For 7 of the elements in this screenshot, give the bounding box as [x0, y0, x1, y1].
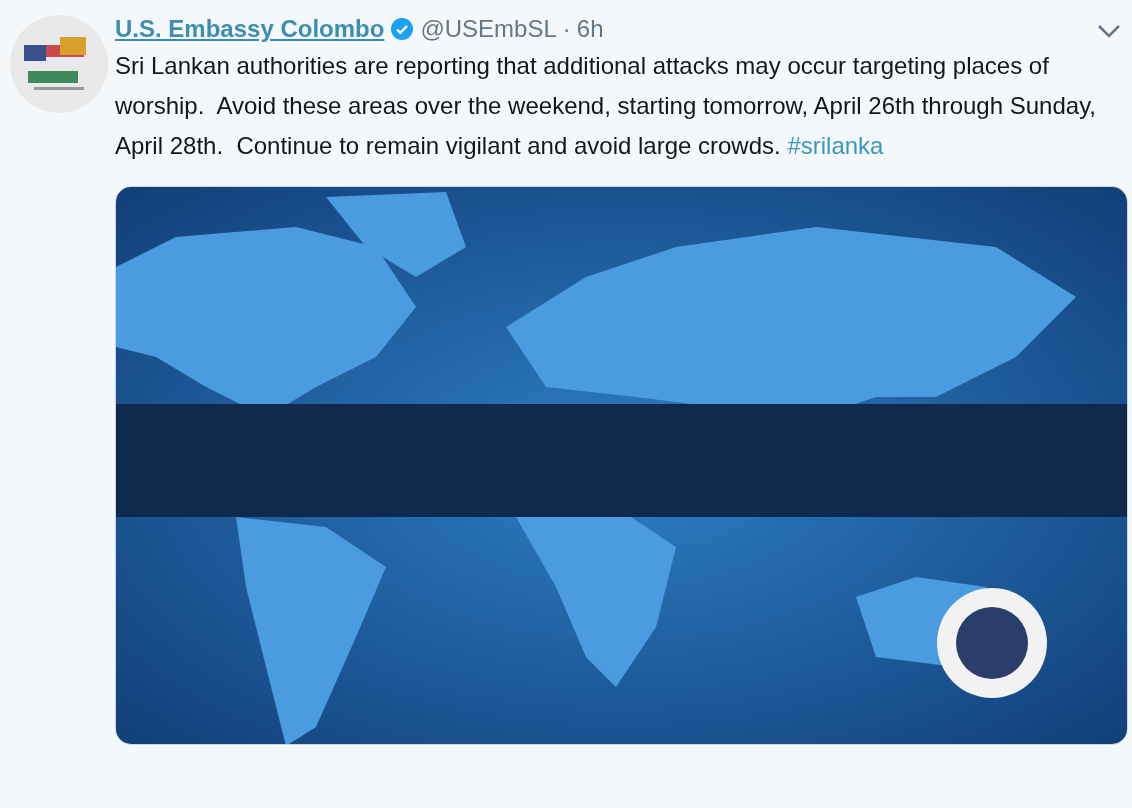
separator-dot: ·	[562, 15, 571, 43]
account-handle: @USEmbSL	[420, 15, 557, 43]
tweet-text: Sri Lankan authorities are reporting that additional attacks may occur targeting places of worship. Avoid these areas over the weekend, starting tomorrow, April 26th through Sunday, April 28th. Continue to remain vigilant and avoid large crowds. #srilanka	[115, 51, 1097, 161]
hashtag-link[interactable]: #srilanka	[787, 132, 884, 159]
account-name[interactable]: U.S. Embassy Colombo	[115, 15, 385, 43]
caret-icon[interactable]	[1096, 22, 1122, 40]
timestamp[interactable]: 6h	[576, 15, 604, 43]
